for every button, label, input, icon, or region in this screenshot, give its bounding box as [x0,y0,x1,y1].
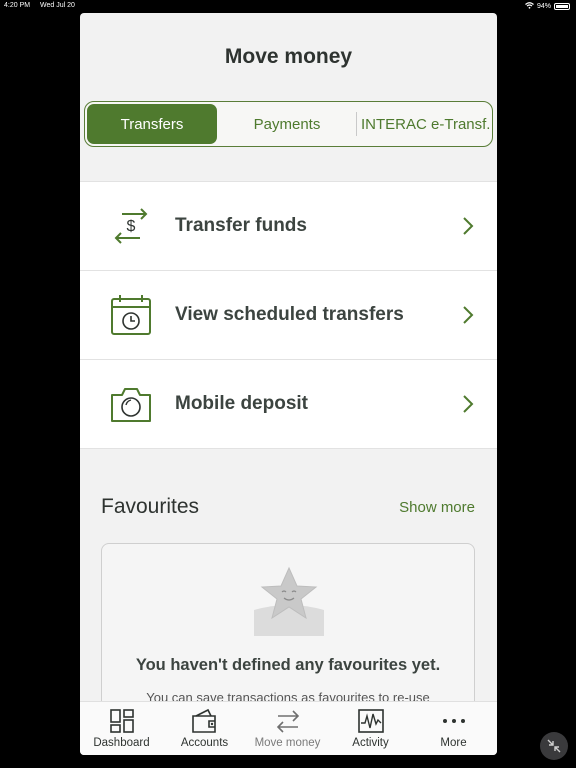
tab-payments[interactable]: Payments [221,104,353,144]
calendar-clock-icon [108,292,154,338]
page-title: Move money [224,45,353,68]
tab-transfers[interactable]: Transfers [87,104,217,144]
nav-accounts-label: Accounts [180,737,229,749]
nav-more[interactable]: More [412,706,495,755]
activity-icon [357,709,384,733]
chevron-right-icon [461,394,475,414]
action-list: $ Transfer funds View scheduled transfer… [80,181,497,449]
empty-state-title: You haven't defined any favourites yet. [135,656,441,674]
nav-more-label: More [440,737,467,749]
nav-accounts[interactable]: Accounts [163,706,246,755]
status-right: 94% [525,2,570,11]
mobile-deposit-row[interactable]: Mobile deposit [80,360,497,449]
nav-activity[interactable]: Activity [329,706,412,755]
nav-move-money[interactable]: Move money [246,706,329,755]
collapse-window-button[interactable] [540,732,568,760]
chevron-right-icon [461,305,475,325]
transfer-funds-row[interactable]: $ Transfer funds [80,182,497,271]
transfer-funds-label: Transfer funds [175,215,307,236]
app-window: Move money Transfers Payments INTERAC e-… [80,13,497,755]
battery-icon [554,3,570,10]
nav-dashboard[interactable]: Dashboard [80,706,163,755]
transfer-arrows-icon [276,710,299,733]
status-left: 4:20 PM Wed Jul 20 [4,2,83,9]
show-more-link[interactable]: Show more [399,499,475,516]
status-date: Wed Jul 20 [40,2,75,9]
transfer-dollar-icon: $ [108,203,154,249]
tab-interac-etransfer[interactable]: INTERAC e-Transf... [357,104,491,144]
wallet-icon [191,708,216,733]
status-bar: 4:20 PM Wed Jul 20 94% [0,0,576,12]
nav-activity-label: Activity [352,737,389,749]
star-illustration-icon [254,564,324,636]
view-scheduled-transfers-label: View scheduled transfers [175,304,404,325]
battery-percent: 94% [536,3,551,10]
chevron-right-icon [461,216,475,236]
dashboard-icon [109,709,134,733]
bottom-tab-bar: Dashboard Accounts Move money Activity M… [80,701,497,755]
mobile-deposit-label: Mobile deposit [175,393,308,414]
nav-dashboard-label: Dashboard [93,737,150,749]
nav-move-money-label: Move money [254,737,321,749]
wifi-icon [525,2,534,11]
collapse-arrows-icon [547,739,561,753]
svg-text:$: $ [127,218,136,235]
favourites-heading: Favourites [101,495,200,518]
more-dots-icon [442,719,465,723]
view-scheduled-transfers-row[interactable]: View scheduled transfers [80,271,497,360]
camera-icon [108,381,154,427]
segmented-control: Transfers Payments INTERAC e-Transf... [84,101,493,147]
status-time: 4:20 PM [4,2,31,9]
